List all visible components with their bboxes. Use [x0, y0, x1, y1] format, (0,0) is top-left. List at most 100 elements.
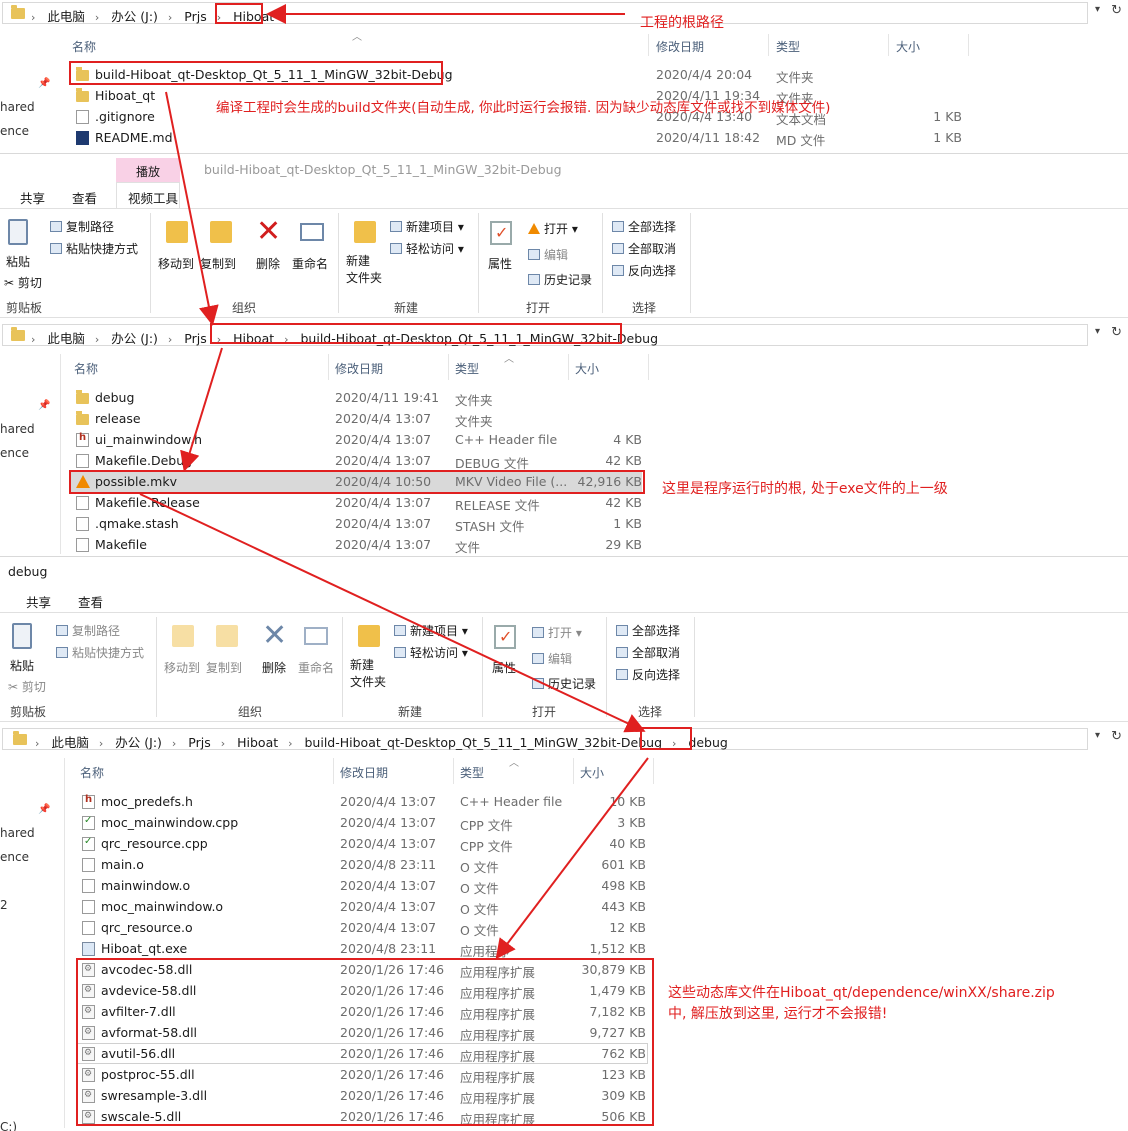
- tab-video-tools-label[interactable]: 视频工具: [128, 188, 178, 207]
- paste-button[interactable]: 粘贴: [10, 657, 34, 674]
- file-row[interactable]: main.o 2020/4/8 23:11 O 文件 601 KB: [76, 854, 652, 875]
- nav-pane-label[interactable]: ence: [0, 124, 29, 138]
- select-all-button[interactable]: 全部选择: [612, 218, 676, 235]
- chevron-down-icon[interactable]: ▾: [1095, 730, 1100, 741]
- col-size[interactable]: 大小: [575, 360, 599, 377]
- nav-pane-label[interactable]: ence: [0, 850, 29, 864]
- nav-pane-label[interactable]: hared: [0, 100, 35, 114]
- file-row[interactable]: mainwindow.o 2020/4/4 13:07 O 文件 498 KB: [76, 875, 652, 896]
- file-row[interactable]: debug 2020/4/11 19:41 文件夹: [70, 387, 646, 408]
- col-name[interactable]: 名称: [80, 764, 104, 781]
- nav-pane-label[interactable]: hared: [0, 826, 35, 840]
- invert-selection-button[interactable]: 反向选择: [612, 262, 676, 279]
- select-all-button[interactable]: 全部选择: [616, 622, 680, 639]
- move-to-button[interactable]: 移动到: [164, 659, 200, 676]
- address-box[interactable]: › 此电脑 › 办公 (J:) › Prjs › Hiboat: [2, 2, 1088, 24]
- invert-selection-button[interactable]: 反向选择: [616, 666, 680, 683]
- crumb-build[interactable]: build-Hiboat_qt-Desktop_Qt_5_11_1_MinGW_…: [305, 735, 663, 750]
- file-row[interactable]: Hiboat_qt.exe 2020/4/8 23:11 应用程序 1,512 KB: [76, 938, 652, 959]
- edit-button[interactable]: 编辑: [532, 650, 572, 667]
- col-date[interactable]: 修改日期: [340, 764, 388, 781]
- new-item-button[interactable]: 新建项目 ▾: [394, 622, 468, 639]
- rename-button[interactable]: 重命名: [292, 255, 328, 272]
- crumb-drive[interactable]: 办公 (J:): [111, 331, 158, 346]
- paste-shortcut-button[interactable]: 粘贴快捷方式: [50, 240, 138, 257]
- tab-share[interactable]: 共享: [26, 592, 51, 611]
- col-type[interactable]: 类型: [776, 38, 800, 55]
- tab-view[interactable]: 查看: [72, 188, 97, 207]
- file-row[interactable]: qrc_resource.o 2020/4/4 13:07 O 文件 12 KB: [76, 917, 652, 938]
- new-item-button[interactable]: 新建项目 ▾: [390, 218, 464, 235]
- nav-pane-label[interactable]: 2: [0, 898, 8, 912]
- cut-button[interactable]: ✂ 剪切: [8, 678, 46, 695]
- col-name[interactable]: 名称: [72, 38, 96, 55]
- col-type[interactable]: 类型: [455, 360, 479, 377]
- nav-pane-label[interactable]: hared: [0, 422, 35, 436]
- select-none-button[interactable]: 全部取消: [616, 644, 680, 661]
- select-none-button[interactable]: 全部取消: [612, 240, 676, 257]
- file-row[interactable]: Makefile 2020/4/4 13:07 文件 29 KB: [70, 534, 646, 555]
- crumb-this-pc[interactable]: 此电脑: [51, 735, 89, 750]
- paste-shortcut-button[interactable]: 粘贴快捷方式: [56, 644, 144, 661]
- file-row[interactable]: ui_mainwindow.h 2020/4/4 13:07 C++ Header …: [70, 429, 646, 450]
- crumb-prjs[interactable]: Prjs: [184, 9, 206, 24]
- cut-button[interactable]: ✂ 剪切: [4, 274, 42, 291]
- new-folder-button[interactable]: 新建 文件夹: [350, 657, 386, 691]
- col-date[interactable]: 修改日期: [656, 38, 704, 55]
- refresh-icon[interactable]: ↻: [1111, 729, 1122, 744]
- paste-button[interactable]: 粘贴: [6, 253, 30, 270]
- file-row[interactable]: moc_mainwindow.o 2020/4/4 13:07 O 文件 443 KB: [76, 896, 652, 917]
- file-row[interactable]: moc_mainwindow.cpp 2020/4/4 13:07 CPP 文件 3 …: [76, 812, 652, 833]
- nav-pane-label[interactable]: ence: [0, 446, 29, 460]
- file-row[interactable]: Makefile.Debug 2020/4/4 13:07 DEBUG 文件 42 K…: [70, 450, 646, 471]
- tab-view[interactable]: 查看: [78, 592, 103, 611]
- refresh-icon[interactable]: ↻: [1111, 325, 1122, 340]
- copy-path-button[interactable]: 复制路径: [50, 218, 114, 235]
- open-button[interactable]: 打开 ▾: [528, 220, 578, 237]
- tab-play-context[interactable]: 播放: [116, 158, 180, 182]
- chevron-down-icon[interactable]: ▾: [1095, 4, 1100, 15]
- move-to-button[interactable]: 移动到: [158, 255, 194, 272]
- col-size[interactable]: 大小: [580, 764, 604, 781]
- file-row[interactable]: README.md 2020/4/11 18:42 MD 文件 1 KB: [70, 127, 970, 148]
- refresh-icon[interactable]: ↻: [1111, 3, 1122, 18]
- crumb-prjs[interactable]: Prjs: [188, 735, 210, 750]
- breadcrumb[interactable]: › 此电脑 › 办公 (J:) › Prjs › Hiboat › build-…: [35, 732, 734, 751]
- history-button[interactable]: 历史记录: [532, 675, 596, 692]
- rename-button[interactable]: 重命名: [298, 659, 334, 676]
- col-date[interactable]: 修改日期: [335, 360, 383, 377]
- properties-button[interactable]: 属性: [488, 255, 512, 272]
- crumb-hiboat[interactable]: Hiboat: [237, 735, 278, 750]
- delete-button[interactable]: 删除: [262, 659, 286, 676]
- crumb-drive[interactable]: 办公 (J:): [111, 9, 158, 24]
- file-row[interactable]: release 2020/4/4 13:07 文件夹: [70, 408, 646, 429]
- crumb-prjs[interactable]: Prjs: [184, 331, 206, 346]
- file-row[interactable]: qrc_resource.cpp 2020/4/4 13:07 CPP 文件 40 K…: [76, 833, 652, 854]
- new-folder-button[interactable]: 新建 文件夹: [346, 253, 382, 287]
- file-row[interactable]: Makefile.Release 2020/4/4 13:07 RELEASE 文件…: [70, 492, 646, 513]
- crumb-drive[interactable]: 办公 (J:): [115, 735, 162, 750]
- col-type[interactable]: 类型: [460, 764, 484, 781]
- file-row[interactable]: moc_predefs.h 2020/4/4 13:07 C++ Header fi…: [76, 791, 652, 812]
- col-name[interactable]: 名称: [74, 360, 98, 377]
- copy-to-button[interactable]: 复制到: [206, 659, 242, 676]
- easy-access-button[interactable]: 轻松访问 ▾: [394, 644, 468, 661]
- address-bar-3[interactable]: › 此电脑 › 办公 (J:) › Prjs › Hiboat › build-…: [0, 726, 1128, 752]
- open-button[interactable]: 打开 ▾: [532, 624, 582, 641]
- delete-button[interactable]: 删除: [256, 255, 280, 272]
- copy-to-button[interactable]: 复制到: [200, 255, 236, 272]
- file-row[interactable]: .qmake.stash 2020/4/4 13:07 STASH 文件 1 KB: [70, 513, 646, 534]
- easy-access-button[interactable]: 轻松访问 ▾: [390, 240, 464, 257]
- crumb-debug[interactable]: debug: [688, 735, 727, 750]
- edit-button[interactable]: 编辑: [528, 246, 568, 263]
- tab-share[interactable]: 共享: [20, 188, 45, 207]
- history-button[interactable]: 历史记录: [528, 271, 592, 288]
- nav-pane-label[interactable]: C:): [0, 1120, 17, 1131]
- crumb-this-pc[interactable]: 此电脑: [47, 331, 85, 346]
- chevron-down-icon[interactable]: ▾: [1095, 326, 1100, 337]
- col-size[interactable]: 大小: [896, 38, 920, 55]
- address-bar-1[interactable]: › 此电脑 › 办公 (J:) › Prjs › Hiboat ▾ ↻: [0, 0, 1128, 26]
- copy-path-button[interactable]: 复制路径: [56, 622, 120, 639]
- properties-button[interactable]: 属性: [492, 659, 516, 676]
- crumb-this-pc[interactable]: 此电脑: [47, 9, 85, 24]
